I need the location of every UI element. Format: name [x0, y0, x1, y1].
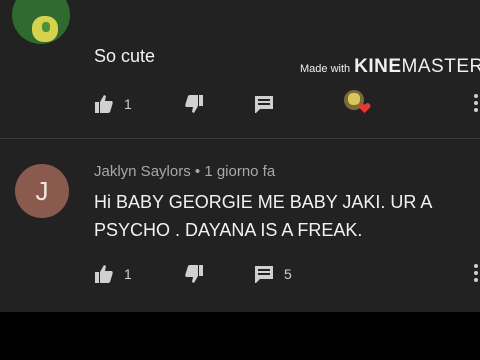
watermark-prefix: Made with — [300, 63, 351, 75]
commenter-avatar[interactable] — [12, 0, 70, 44]
reply-button[interactable]: 5 — [254, 262, 292, 286]
creator-heart — [344, 90, 372, 116]
dislike-button[interactable] — [184, 92, 204, 116]
reply-count: 5 — [284, 266, 292, 282]
reply-icon — [255, 266, 273, 283]
creator-heart-icon — [358, 103, 371, 114]
thumbs-down-icon — [185, 95, 203, 113]
watermark-brand-light: MASTER — [401, 56, 480, 77]
meta-separator: • — [194, 163, 201, 180]
more-vert-icon — [474, 94, 478, 98]
comment-meta: Jaklyn Saylors • 1 giorno fa — [94, 163, 275, 180]
kinemaster-watermark: Made with KINEMASTER — [300, 56, 480, 78]
more-dot — [474, 108, 478, 112]
like-button[interactable]: 1 — [94, 92, 132, 116]
avatar-figure-detail — [42, 22, 50, 32]
thumbs-up-icon — [95, 265, 113, 283]
more-options-button[interactable] — [474, 264, 480, 285]
more-dot — [474, 101, 478, 105]
reply-button[interactable] — [254, 92, 274, 116]
more-vert-icon — [474, 264, 478, 268]
comment-author[interactable]: Jaklyn Saylors — [94, 163, 191, 180]
more-dot — [474, 271, 478, 275]
comment-divider — [0, 138, 480, 139]
thumbs-up-icon — [95, 95, 113, 113]
thumbs-down-icon — [185, 265, 203, 283]
comment-time: 1 giorno fa — [204, 163, 276, 180]
watermark-brand-bold: KINE — [354, 56, 402, 77]
like-count: 1 — [124, 266, 132, 282]
commenter-avatar[interactable]: J — [15, 164, 69, 218]
comment-text: Hi BABY GEORGIE ME BABY JAKI. UR A PSYCH… — [94, 192, 432, 240]
watermark-brand: KINEMASTER — [354, 56, 480, 77]
reply-icon — [255, 96, 273, 113]
dislike-button[interactable] — [184, 262, 204, 286]
more-dot — [474, 278, 478, 282]
comments-screen: So cute Made with KINEMASTER 1 J Jaklyn … — [0, 0, 480, 312]
like-count: 1 — [124, 96, 132, 112]
comment-text: So cute — [94, 46, 156, 66]
like-button[interactable]: 1 — [94, 262, 132, 286]
more-options-button[interactable] — [474, 94, 480, 115]
